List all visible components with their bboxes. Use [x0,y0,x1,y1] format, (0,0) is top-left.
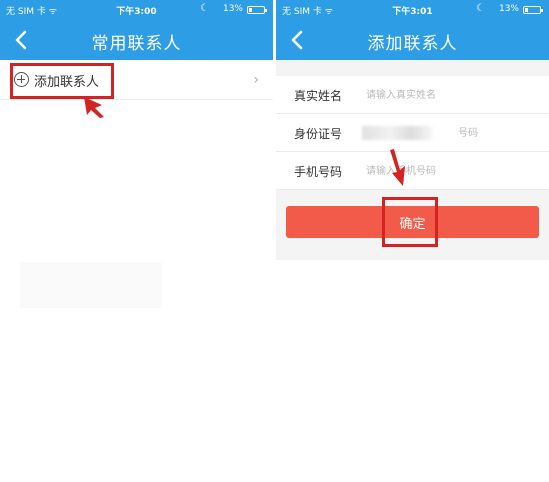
status-bar: 无 SIM 卡 ᯤ 下午3:00 ☾ 13% [0,0,273,20]
phone-label: 手机号码 [294,165,343,179]
form-spacer [276,60,549,76]
moon-icon: ☾ [200,3,209,14]
name-input[interactable] [366,84,536,106]
page-title: 常用联系人 [91,34,182,54]
chevron-right-icon: › [253,72,259,88]
id-label: 身份证号 [294,127,343,141]
battery-percent: 13% [222,4,243,14]
moon-icon: ☾ [476,3,485,14]
add-contact-label: 添加联系人 [34,75,100,90]
blank-area [20,262,162,308]
battery-percent: 13% [498,4,519,14]
battery-icon [247,6,267,14]
name-row: 真实姓名 [276,76,549,114]
confirm-button[interactable]: 确定 [286,206,539,238]
phone-row: 手机号码 [276,152,549,190]
plus-circle-icon [14,72,29,87]
contacts-screen: 无 SIM 卡 ᯤ 下午3:00 ☾ 13% 常用联系人 添加联系人 › [0,0,273,482]
id-row: 身份证号 [276,114,549,152]
nav-bar: 常用联系人 [0,20,273,60]
battery-icon [523,6,543,14]
add-contact-screen: 无 SIM 卡 ᯤ 下午3:01 ☾ 13% 添加联系人 真实姓名 身份证号 手… [276,0,549,482]
phone-input[interactable] [366,160,536,182]
page-title: 添加联系人 [367,34,458,54]
nav-bar: 添加联系人 [276,20,549,60]
add-contact-row[interactable]: 添加联系人 › [0,60,273,100]
name-label: 真实姓名 [294,89,343,103]
id-number-input[interactable] [366,122,536,144]
status-bar: 无 SIM 卡 ᯤ 下午3:01 ☾ 13% [276,0,549,20]
